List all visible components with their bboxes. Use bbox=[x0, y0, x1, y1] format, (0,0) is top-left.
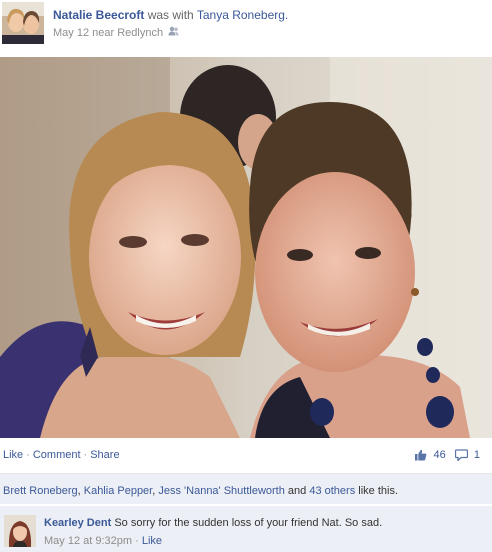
comment-meta: May 12 at 9:32pm · Like bbox=[44, 534, 162, 548]
liker-link[interactable]: Kahlia Pepper bbox=[84, 485, 153, 497]
likes-summary: Brett Roneberg, Kahlia Pepper, Jess 'Nan… bbox=[0, 474, 492, 504]
author-avatar[interactable] bbox=[2, 2, 44, 44]
post-header-line: Natalie Beecroft was with Tanya Roneberg… bbox=[53, 7, 288, 23]
post-actions-bar: Like · Comment · Share 46 1 bbox=[0, 445, 492, 465]
post-author-link[interactable]: Natalie Beecroft bbox=[53, 8, 144, 22]
comment-timestamp[interactable]: May 12 at 9:32pm bbox=[44, 535, 132, 547]
post-header: Natalie Beecroft was with Tanya Roneberg… bbox=[0, 0, 492, 48]
comment-link[interactable]: Comment bbox=[33, 449, 81, 461]
commenter-name-link[interactable]: Kearley Dent bbox=[44, 517, 111, 529]
comment-text: So sorry for the sudden loss of your fri… bbox=[111, 517, 383, 529]
post-photo[interactable] bbox=[0, 57, 492, 438]
thumbs-up-icon[interactable] bbox=[414, 449, 430, 461]
liker-link[interactable]: Brett Roneberg bbox=[3, 485, 78, 497]
like-count[interactable]: 46 bbox=[434, 449, 446, 461]
likes-sentence: Brett Roneberg, Kahlia Pepper, Jess 'Nan… bbox=[3, 484, 398, 498]
friends-icon[interactable] bbox=[168, 26, 179, 40]
liker-link[interactable]: Jess 'Nanna' Shuttleworth bbox=[158, 485, 285, 497]
comment-bubble-icon[interactable] bbox=[452, 449, 471, 463]
like-suffix: like this. bbox=[355, 485, 398, 497]
and-text: and bbox=[284, 485, 310, 497]
comment-body: Kearley Dent So sorry for the sudden los… bbox=[44, 516, 382, 530]
comment-count[interactable]: 1 bbox=[474, 449, 480, 461]
post-meta: May 12 near Redlynch bbox=[53, 26, 179, 40]
post-date-location[interactable]: May 12 near Redlynch bbox=[53, 27, 163, 39]
separator-dot: · bbox=[132, 535, 142, 547]
separator-dot: · bbox=[83, 449, 88, 461]
post-action-links: Like · Comment · Share bbox=[3, 447, 120, 463]
tagged-person-link[interactable]: Tanya Roneberg. bbox=[197, 8, 288, 22]
like-link[interactable]: Like bbox=[3, 449, 23, 461]
with-text: was with bbox=[147, 8, 194, 22]
comment-item: Kearley Dent So sorry for the sudden los… bbox=[0, 506, 492, 552]
share-link[interactable]: Share bbox=[90, 449, 119, 461]
post-counts: 46 1 bbox=[414, 447, 486, 463]
comment-like-link[interactable]: Like bbox=[142, 535, 162, 547]
others-link[interactable]: 43 others bbox=[309, 485, 355, 497]
commenter-avatar[interactable] bbox=[4, 515, 36, 547]
separator-dot: · bbox=[26, 449, 30, 461]
